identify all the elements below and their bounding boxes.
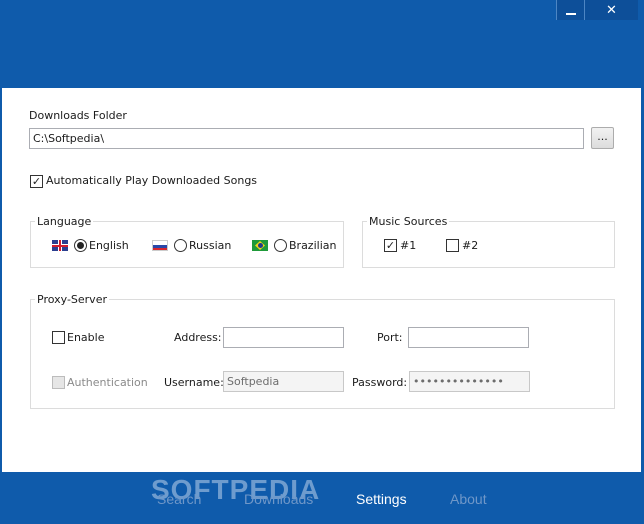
- password-input[interactable]: [409, 371, 530, 392]
- proxy-group: [30, 299, 615, 409]
- tab-downloads[interactable]: Downloads: [244, 491, 313, 507]
- russian-radio[interactable]: [174, 239, 187, 252]
- tab-settings[interactable]: Settings: [356, 491, 407, 507]
- proxy-group-title: Proxy-Server: [35, 293, 109, 306]
- password-label: Password:: [352, 376, 408, 389]
- source-2-checkbox[interactable]: [446, 239, 459, 252]
- downloads-folder-input[interactable]: [29, 128, 584, 149]
- autoplay-checkbox[interactable]: ✓: [30, 175, 43, 188]
- settings-panel: Downloads Folder ... ✓ Automatically Pla…: [2, 88, 641, 472]
- brazilian-radio[interactable]: [274, 239, 287, 252]
- username-input[interactable]: [223, 371, 344, 392]
- port-label: Port:: [377, 331, 403, 344]
- minimize-icon: [565, 12, 576, 15]
- brazilian-label: Brazilian: [289, 239, 337, 252]
- autoplay-label: Automatically Play Downloaded Songs: [46, 174, 258, 187]
- music-sources-group-title: Music Sources: [367, 215, 450, 228]
- brazil-flag-icon: [252, 240, 268, 251]
- address-label: Address:: [174, 331, 222, 344]
- tab-search[interactable]: Search: [157, 491, 201, 507]
- english-label: English: [89, 239, 129, 252]
- source-1-checkbox[interactable]: ✓: [384, 239, 397, 252]
- authentication-label: Authentication: [67, 376, 148, 389]
- authentication-checkbox[interactable]: [52, 376, 65, 389]
- russian-label: Russian: [189, 239, 232, 252]
- proxy-enable-label: Enable: [67, 331, 105, 344]
- minimize-button[interactable]: [556, 0, 584, 20]
- uk-flag-icon: [52, 240, 68, 251]
- close-button[interactable]: ✕: [584, 0, 638, 20]
- title-bar: ✕: [0, 0, 644, 88]
- russia-flag-icon: [152, 240, 168, 251]
- footer-nav: SOFTPEDIA Search Downloads Settings Abou…: [0, 474, 644, 524]
- source-2-label: #2: [462, 239, 479, 252]
- username-label: Username:: [164, 376, 224, 389]
- tab-about[interactable]: About: [450, 491, 487, 507]
- browse-folder-button[interactable]: ...: [591, 127, 614, 149]
- language-group-title: Language: [35, 215, 94, 228]
- source-1-label: #1: [400, 239, 417, 252]
- window-controls: ✕: [556, 0, 638, 20]
- address-input[interactable]: [223, 327, 344, 348]
- english-radio[interactable]: [74, 239, 87, 252]
- proxy-enable-checkbox[interactable]: [52, 331, 65, 344]
- downloads-folder-label: Downloads Folder: [29, 109, 127, 122]
- port-input[interactable]: [408, 327, 529, 348]
- close-icon: ✕: [606, 2, 617, 18]
